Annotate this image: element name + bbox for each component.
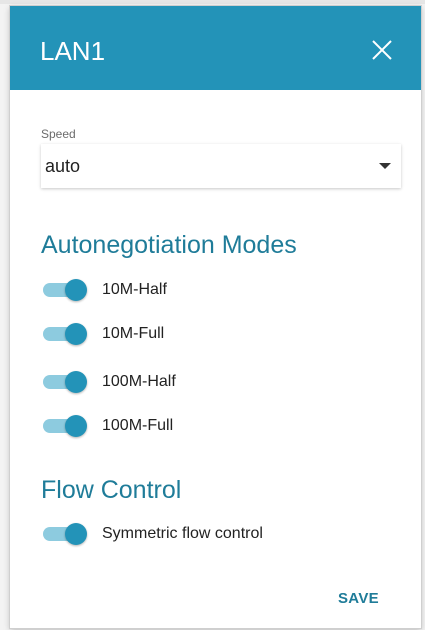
- speed-label: Speed: [41, 127, 76, 141]
- toggle-label-100m-full: 100M-Full: [102, 417, 174, 434]
- caret-down-icon: [379, 163, 391, 169]
- lan-settings-dialog: LAN1 Speed auto Autonegotiation Modes 10…: [10, 6, 421, 628]
- dialog-title: LAN1: [40, 36, 106, 66]
- toggle-100m-full[interactable]: [43, 414, 89, 438]
- toggle-thumb: [65, 415, 87, 437]
- toggle-row-10m-full: 10M-Full: [43, 322, 383, 346]
- toggle-symmetric-flow[interactable]: [43, 522, 89, 546]
- toggle-label-10m-half: 10M-Half: [102, 281, 167, 298]
- toggle-label-10m-full: 10M-Full: [102, 325, 165, 342]
- dialog-header: LAN1: [10, 6, 421, 90]
- dialog-content: Speed auto Autonegotiation Modes 10M-Hal…: [10, 90, 421, 628]
- toggle-10m-half[interactable]: [43, 278, 89, 302]
- autonegotiation-title: Autonegotiation Modes: [41, 231, 297, 259]
- flow-control-title: Flow Control: [41, 476, 182, 504]
- toggle-row-100m-full: 100M-Full: [43, 414, 383, 438]
- toggle-label-100m-half: 100M-Half: [102, 373, 176, 390]
- speed-value: auto: [45, 156, 81, 176]
- toggle-row-10m-half: 10M-Half: [43, 278, 383, 302]
- toggle-10m-full[interactable]: [43, 322, 89, 346]
- toggle-row-symmetric-flow: Symmetric flow control: [43, 522, 383, 546]
- close-button[interactable]: [368, 36, 396, 64]
- toggle-thumb: [65, 371, 87, 393]
- close-icon: [372, 40, 392, 60]
- backdrop-divider: [0, 0, 425, 4]
- toggle-thumb: [65, 523, 87, 545]
- toggle-thumb: [65, 323, 87, 345]
- speed-select[interactable]: auto: [41, 144, 401, 188]
- toggle-label-symmetric-flow: Symmetric flow control: [102, 525, 263, 542]
- toggle-row-100m-half: 100M-Half: [43, 370, 383, 394]
- toggle-100m-half[interactable]: [43, 370, 89, 394]
- save-button[interactable]: SAVE: [338, 590, 379, 608]
- toggle-thumb: [65, 279, 87, 301]
